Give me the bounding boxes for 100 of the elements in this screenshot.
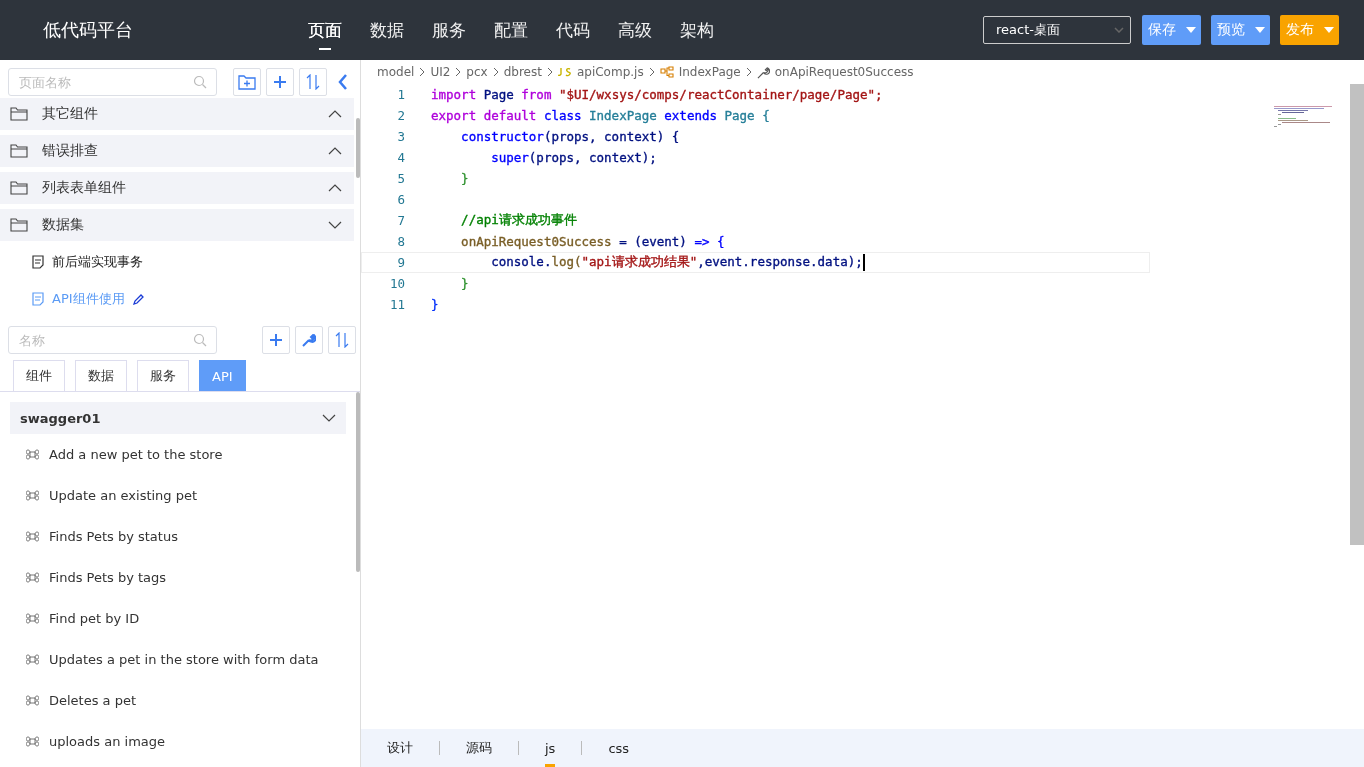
wrench-icon [756, 65, 770, 79]
code-line: onApiRequest0Success = (event) => { [460, 234, 725, 249]
folder-label: 其它组件 [42, 105, 99, 123]
nav-tab[interactable]: 高级 [618, 0, 652, 60]
api-group-header[interactable]: swagger01 [10, 402, 346, 434]
scrollbar-thumb[interactable] [356, 118, 360, 178]
add-folder-button[interactable] [233, 68, 261, 96]
nav-tab[interactable]: 服务 [432, 0, 466, 60]
code-line: console.log("api请求成功结果",event.response.data); [490, 254, 863, 271]
nav-tab[interactable]: 页面 [308, 0, 342, 60]
text-cursor [862, 254, 865, 271]
api-item[interactable]: uploads an image [49, 734, 165, 749]
api-item[interactable]: Add a new pet to the store [49, 447, 223, 462]
breadcrumb-item[interactable]: UI2 [430, 65, 451, 79]
sort-button[interactable] [328, 326, 356, 354]
editor-tab[interactable]: 源码 [466, 729, 492, 767]
search-field[interactable]: 页面名称 [8, 68, 217, 96]
panel-tab[interactable]: 组件 [13, 360, 65, 391]
chevron-right-icon [455, 67, 462, 77]
command-icon [26, 489, 39, 502]
api-item[interactable]: Deletes a pet [49, 693, 137, 708]
command-icon [26, 530, 39, 543]
app-title: 低代码平台 [43, 18, 134, 42]
line-number: 10 [388, 276, 406, 291]
search-icon [193, 75, 207, 89]
folder-label: 错误排查 [42, 142, 99, 160]
code-line: //api请求成功事件 [460, 212, 577, 229]
nav-tab[interactable]: 代码 [556, 0, 590, 60]
nav-tab[interactable]: 数据 [370, 0, 404, 60]
sort-button[interactable] [299, 68, 327, 96]
scrollbar-thumb[interactable] [356, 392, 360, 572]
collapse-left-icon[interactable] [338, 74, 348, 90]
line-number: 4 [396, 150, 406, 165]
breadcrumb-item[interactable]: dbrest [503, 65, 542, 79]
chevron-right-icon [492, 67, 499, 77]
folder-icon [10, 218, 28, 232]
document-icon [32, 255, 44, 269]
code-line: } [431, 297, 439, 312]
api-item[interactable]: Updates a pet in the store with form data [49, 652, 319, 667]
code-line: constructor(props, context) { [460, 129, 680, 144]
add-button[interactable] [262, 326, 290, 354]
class-icon [659, 66, 674, 78]
panel-tab[interactable]: 服务 [137, 360, 189, 391]
wrench-icon [302, 333, 316, 347]
line-number: 3 [396, 129, 406, 144]
page-item[interactable]: 前后端实现事务 [52, 253, 143, 271]
line-number: 6 [396, 192, 406, 207]
folder-label: 列表表单组件 [42, 179, 127, 197]
wrench-button[interactable] [295, 326, 323, 354]
scrollbar-thumb[interactable] [1350, 84, 1364, 545]
line-number: 5 [396, 171, 406, 186]
folder-row[interactable]: 列表表单组件 [0, 172, 354, 204]
breadcrumb-item[interactable]: pcx [466, 65, 488, 79]
line-number: 9 [396, 255, 406, 270]
api-item[interactable]: Update an existing pet [49, 488, 198, 503]
add-button[interactable] [266, 68, 294, 96]
nav-tab[interactable]: 配置 [494, 0, 528, 60]
chevron-right-icon [419, 67, 426, 77]
api-item[interactable]: Finds Pets by status [49, 529, 178, 544]
code-line: import Page from "$UI/wxsys/comps/reactContainer/page/Page"; [431, 87, 883, 102]
command-icon [26, 694, 39, 707]
code-line: } [460, 276, 469, 291]
breadcrumb-item[interactable]: onApiRequest0Success [774, 65, 914, 79]
folder-icon [10, 144, 28, 158]
pencil-icon[interactable] [132, 293, 145, 305]
caret-down-icon [1255, 27, 1265, 33]
js-file-icon [557, 67, 572, 77]
command-icon [26, 448, 39, 461]
command-icon [26, 653, 39, 666]
folder-icon [10, 181, 28, 195]
folder-icon [10, 107, 28, 121]
folder-row[interactable]: 数据集 [0, 209, 354, 241]
chevron-right-icon [745, 67, 752, 77]
folder-row[interactable]: 其它组件 [0, 98, 354, 130]
api-item[interactable]: Find pet by ID [49, 611, 140, 626]
platform-select[interactable]: react-桌面 [983, 16, 1131, 44]
search-field[interactable]: 名称 [8, 326, 217, 354]
caret-down-icon [1186, 27, 1196, 33]
line-number: 11 [388, 297, 406, 312]
code-line: export default class IndexPage extends Page { [431, 108, 770, 123]
line-number: 7 [396, 213, 406, 228]
group-label: swagger01 [20, 410, 101, 426]
editor-tab[interactable]: css [608, 729, 630, 767]
breadcrumb-item[interactable]: apiComp.js [576, 65, 644, 79]
sort-arrows-icon [335, 332, 349, 348]
document-icon [32, 292, 44, 306]
command-icon [26, 612, 39, 625]
folder-row[interactable]: 错误排查 [0, 135, 354, 167]
folder-label: 数据集 [42, 216, 85, 234]
nav-tab[interactable]: 架构 [680, 0, 714, 60]
breadcrumb-item[interactable]: model [377, 65, 415, 79]
api-item[interactable]: Finds Pets by tags [49, 570, 167, 585]
command-icon [26, 735, 39, 748]
editor-tab[interactable]: 设计 [387, 729, 413, 767]
panel-tab[interactable]: 数据 [75, 360, 127, 391]
breadcrumb-item[interactable]: IndexPage [678, 65, 741, 79]
sort-arrows-icon [306, 74, 320, 90]
line-number: 8 [396, 234, 406, 249]
chevron-right-icon [648, 67, 655, 77]
editor-tab[interactable]: js [545, 729, 556, 767]
